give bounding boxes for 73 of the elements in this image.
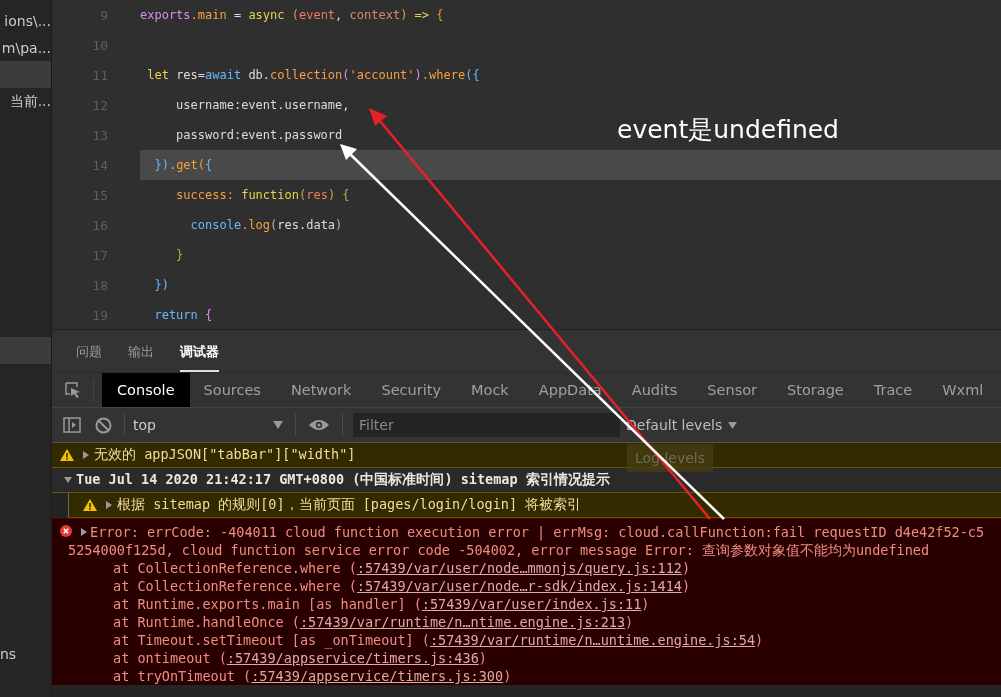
expand-toggle[interactable] (82, 451, 90, 459)
source-link[interactable]: :57439/appservice/timers.js:300 (251, 667, 504, 685)
stack-frame-end: ) (641, 595, 650, 613)
devtools-tab[interactable]: Audits (617, 373, 692, 407)
stack-frame: at Runtime.handleOnce ( (113, 613, 300, 631)
stack-frame-end: ) (503, 667, 512, 685)
code-line: console.log(res.data) (189, 218, 343, 232)
devtools-tab[interactable]: Wxml (928, 373, 998, 407)
stack-frame-end: ) (625, 613, 634, 631)
sidebar-toggle-button[interactable] (60, 417, 84, 433)
sidebar-item[interactable]: m\pa... (0, 34, 51, 61)
stack-frame: at CollectionReference.where ( (113, 559, 357, 577)
code-line: username:event.username, (175, 98, 350, 112)
warning-message: 根据 sitemap 的规则[0]，当前页面 [pages/login/login] 将被索引 (117, 496, 582, 514)
code-line: } (175, 248, 184, 262)
collapsed-arrow-icon (80, 528, 88, 536)
filter-field[interactable]: Filter (353, 413, 620, 437)
stack-frame: at tryOnTimeout ( (113, 667, 252, 685)
error-icon (60, 525, 72, 537)
devtools-tab[interactable]: Trace (859, 373, 927, 407)
stack-frame-end: ) (681, 577, 691, 595)
annotation-text: event是undefined (617, 114, 839, 146)
devtools-tab[interactable]: Storage (773, 373, 858, 407)
eye-icon (309, 419, 329, 431)
error-message: Error: errCode: -404011 cloud function execution error | errMsg: cloud.callFunction:fail requestID d4e42f52-c5 (90, 523, 985, 541)
context-select[interactable]: top (131, 412, 289, 438)
warning-message: 无效的 appJSON["tabBar"]["width"] (94, 446, 356, 464)
code-line: exports.main = async (event, context) => { (140, 8, 444, 22)
stack-frame: at ontimeout ( (113, 649, 227, 667)
stack-frame-end: ) (681, 559, 691, 577)
stack-frame: at Timeout.setTimeout [as _onTimeout] ( (113, 631, 430, 649)
group-title: Tue Jul 14 2020 21:42:17 GMT+0800 (中国标准时间) sitemap 索引情况提示 (76, 471, 610, 489)
stack-frame: at CollectionReference.where ( (113, 577, 357, 595)
devtools-tab[interactable]: Sensor (693, 373, 772, 407)
code-line: password:event.password (175, 128, 343, 142)
expand-toggle[interactable] (80, 528, 88, 536)
code-line: }) (153, 278, 169, 292)
panel-toggle-icon (63, 417, 81, 433)
code-line: }).get({ (153, 158, 213, 172)
source-link[interactable]: :57439/var/runtime/n…untime.engine.js:54 (430, 631, 756, 649)
expand-toggle[interactable] (105, 501, 113, 509)
clear-icon (94, 416, 112, 434)
devtools-tab[interactable]: Security (367, 373, 455, 407)
stack-frame-end: ) (755, 631, 764, 649)
panel-tab[interactable]: 输出 (128, 343, 154, 372)
sidebar-item[interactable]: ns (0, 640, 51, 667)
code-line: success: function(res) { (175, 188, 350, 202)
devtools-tab[interactable]: Network (276, 373, 366, 407)
caret-icon (273, 421, 283, 429)
code-line: return { (153, 308, 213, 322)
code-line: let res=await db.collection('account').where({ (146, 68, 480, 82)
expanded-arrow-icon (64, 476, 72, 484)
source-link[interactable]: :57439/var/user/index.js:11 (421, 595, 642, 613)
stack-frame-end: ) (478, 649, 487, 667)
warning-icon (83, 499, 97, 511)
source-link[interactable]: :57439/var/user/node…r-sdk/index.js:1414 (356, 577, 682, 595)
cursor-icon (63, 381, 82, 399)
source-link[interactable]: :57439/var/user/node…mmonjs/query.js:112 (356, 559, 682, 577)
sidebar-item[interactable]: ions\... (0, 7, 51, 34)
stack-frame: at Runtime.exports.main [as handler] ( (113, 595, 422, 613)
error-message: 5254000f125d, cloud function service error code -504002, error message Error: 查询参数对象值不能均为undefined (68, 541, 930, 559)
devtools-tab[interactable]: Sources (189, 373, 275, 407)
devtools-tab[interactable]: Mock (457, 373, 523, 407)
devtools-tab[interactable]: Console (102, 373, 190, 407)
collapsed-arrow-icon (82, 451, 90, 459)
caret-icon (728, 421, 738, 429)
warning-icon (60, 449, 74, 461)
source-link[interactable]: :57439/var/runtime/n…ntime.engine.js:213 (299, 613, 626, 631)
collapsed-arrow-icon (105, 501, 113, 509)
group-toggle[interactable] (64, 476, 72, 484)
panel-tab[interactable]: 问题 (76, 343, 102, 372)
sidebar-item[interactable]: 当前... (0, 88, 51, 115)
source-link[interactable]: :57439/appservice/timers.js:436 (226, 649, 479, 667)
